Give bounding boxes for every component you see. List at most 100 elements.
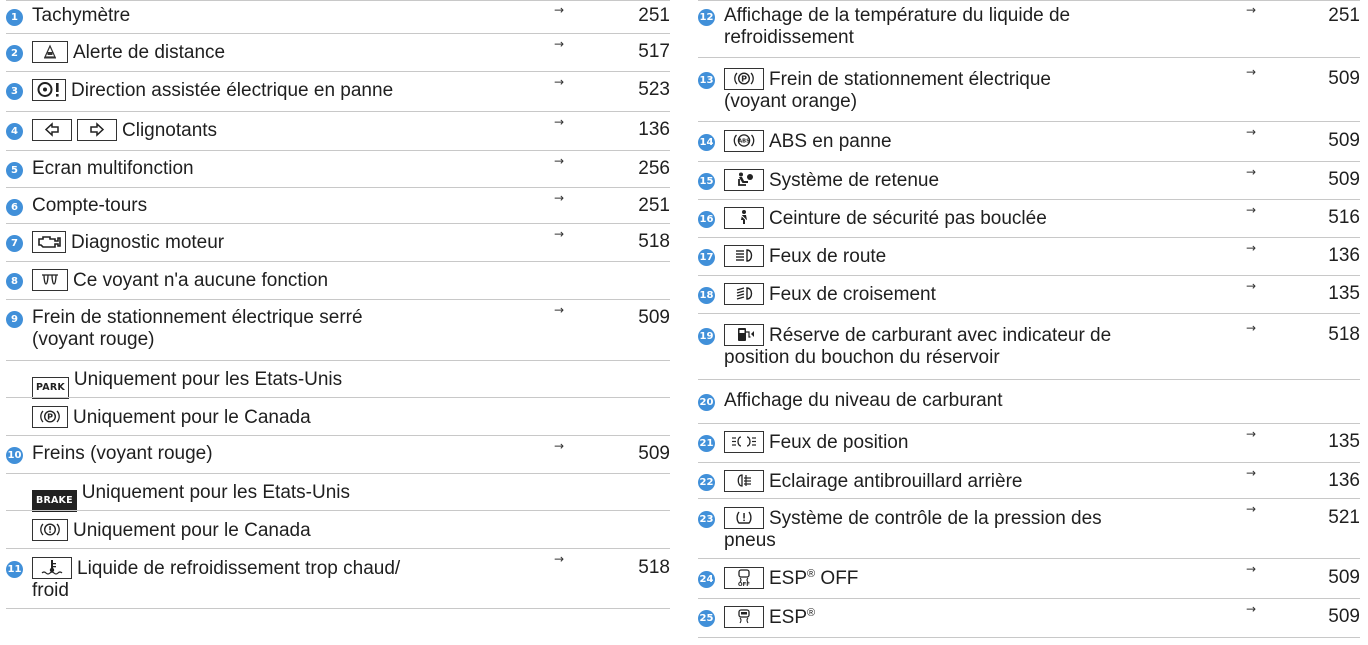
item-number-badge: 9: [6, 311, 23, 328]
list-item: 13 P Frein de stationnement électrique (…: [698, 58, 1360, 122]
list-item: 16 Ceinture de sécurité pas bouclée → 51…: [698, 200, 1360, 238]
item-number-badge: 22: [698, 474, 715, 491]
list-item: 15 Système de retenue → 509: [698, 162, 1360, 200]
page-ref-arrow: →: [554, 75, 565, 89]
item-label: Direction assistée électrique en panne: [71, 80, 394, 101]
item-number-badge: 18: [698, 287, 715, 304]
page-ref-arrow: →: [1246, 279, 1257, 293]
list-item: 2 Alerte de distance → 517: [6, 34, 670, 72]
list-subitem: PARK Uniquement pour les Etats-Unis: [6, 361, 670, 399]
esp-icon: [724, 606, 764, 628]
item-label: Tachymètre: [32, 5, 131, 26]
page-number: 509: [1328, 567, 1360, 588]
item-number-badge: 5: [6, 162, 23, 179]
list-subitem: Uniquement pour le Canada: [6, 511, 670, 549]
page-number: 509: [1328, 169, 1360, 190]
item-label: ESP: [769, 568, 808, 589]
item-label-suffix: OFF: [815, 568, 859, 589]
list-item: 4 Clignotants → 136: [6, 112, 670, 151]
item-label-line1: Liquide de refroidissement trop chaud/: [77, 558, 401, 579]
item-number-badge: 3: [6, 83, 23, 100]
page-number: 509: [638, 307, 670, 328]
list-item: 18 Feux de croisement → 135: [698, 276, 1360, 314]
item-number-badge: 17: [698, 249, 715, 266]
page-ref-arrow: →: [1246, 3, 1257, 17]
engine-icon: [32, 231, 66, 253]
list-item: 5 Ecran multifonction → 256: [6, 151, 670, 188]
item-label: Système de retenue: [769, 170, 940, 191]
page-ref-arrow: →: [1246, 502, 1257, 516]
page-ref-arrow: →: [554, 303, 565, 317]
item-number-badge: 23: [698, 511, 715, 528]
page-number: 523: [638, 79, 670, 100]
item-number-badge: 13: [698, 72, 715, 89]
page-number: 509: [1328, 68, 1360, 89]
item-number-badge: 25: [698, 610, 715, 627]
item-label-line1: Frein de stationnement électrique: [769, 69, 1051, 90]
item-number-badge: 8: [6, 273, 23, 290]
item-number-badge: 14: [698, 134, 715, 151]
item-label: ABS en panne: [769, 131, 892, 152]
page-ref-arrow: →: [1246, 602, 1257, 616]
page-number: 509: [1328, 130, 1360, 151]
item-label: Compte-tours: [32, 195, 148, 216]
item-label: Feux de route: [769, 246, 887, 267]
list-subitem: BRAKE Uniquement pour les Etats-Unis: [6, 474, 670, 512]
list-item: 11 Liquide de refroidissement trop chaud…: [6, 549, 670, 609]
high-beam-icon: [724, 245, 764, 267]
item-number-badge: 24: [698, 571, 715, 588]
page-number: 251: [638, 5, 670, 26]
item-label-line2: froid: [32, 580, 69, 601]
page-number: 136: [1328, 245, 1360, 266]
page-ref-arrow: →: [554, 37, 565, 51]
page-number: 509: [1328, 606, 1360, 627]
list-item: 8 Ce voyant n'a aucune fonction: [6, 262, 670, 300]
item-label: Uniquement pour le Canada: [73, 407, 311, 428]
item-label: Ceinture de sécurité pas bouclée: [769, 208, 1047, 229]
item-label: Eclairage antibrouillard arrière: [769, 471, 1023, 492]
item-label-line2: pneus: [724, 530, 776, 551]
park-icon: PARK: [32, 377, 69, 399]
page-number: 256: [638, 158, 670, 179]
item-number-badge: 19: [698, 328, 715, 345]
list-item: 6 Compte-tours → 251: [6, 188, 670, 224]
rear-fog-icon: [724, 470, 764, 492]
list-item: 9 Frein de stationnement électrique serr…: [6, 300, 670, 361]
item-number-badge: 2: [6, 45, 23, 62]
item-label: Alerte de distance: [73, 42, 226, 63]
page-ref-arrow: →: [554, 227, 565, 241]
list-item: 12 Affichage de la température du liquid…: [698, 0, 1360, 58]
page-number: 251: [638, 195, 670, 216]
tire-pressure-icon: [724, 507, 764, 529]
page-number: 516: [1328, 207, 1360, 228]
item-label: Freins (voyant rouge): [32, 443, 213, 464]
item-number-badge: 16: [698, 211, 715, 228]
item-label-line1: Système de contrôle de la pression des: [769, 508, 1102, 529]
abs-icon: ABS: [724, 130, 764, 152]
list-item: 1 Tachymètre → 251: [6, 0, 670, 34]
low-beam-icon: [724, 283, 764, 305]
list-item: 14 ABS ABS en panne → 509: [698, 122, 1360, 162]
registered-mark: ®: [807, 568, 816, 580]
list-subitem: P Uniquement pour le Canada: [6, 398, 670, 436]
item-label: ESP: [769, 607, 808, 628]
page-ref-arrow: →: [1246, 125, 1257, 139]
registered-mark: ®: [807, 607, 816, 619]
fuel-icon: [724, 324, 764, 346]
item-label: Clignotants: [122, 120, 218, 141]
item-number-badge: 21: [698, 435, 715, 452]
item-number-badge: 11: [6, 561, 23, 578]
item-label-line2: refroidissement: [724, 27, 854, 48]
list-item: 22 Eclairage antibrouillard arrière → 13…: [698, 463, 1360, 499]
item-number-badge: 4: [6, 123, 23, 140]
item-label: Ecran multifonction: [32, 158, 194, 179]
airbag-icon: [724, 169, 764, 191]
item-number-badge: 10: [6, 447, 23, 464]
page-ref-arrow: →: [1246, 203, 1257, 217]
page-ref-arrow: →: [1246, 241, 1257, 255]
seatbelt-icon: [724, 207, 764, 229]
distance-warning-icon: [32, 41, 68, 63]
item-label-line1: Affichage de la température du liquide d…: [724, 5, 1071, 26]
brake-text-icon: BRAKE: [32, 490, 77, 512]
page-ref-arrow: →: [1246, 427, 1257, 441]
